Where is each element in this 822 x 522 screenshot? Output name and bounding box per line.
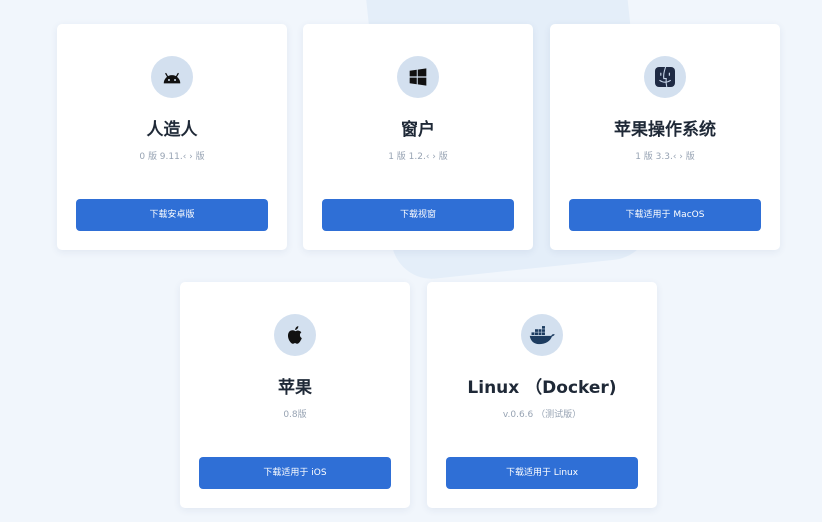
download-linux-button[interactable]: 下载适用于 Linux bbox=[446, 457, 638, 489]
download-card-ios: 苹果 0.8版 下载适用于 iOS bbox=[180, 282, 410, 508]
card-title: 窗户 bbox=[401, 120, 435, 140]
card-title: 苹果 bbox=[278, 378, 312, 398]
icon-badge bbox=[274, 314, 316, 356]
icon-badge bbox=[397, 56, 439, 98]
download-android-button[interactable]: 下载安卓版 bbox=[76, 199, 268, 231]
download-card-macos: 苹果操作系统 1 版 3.3.‹ › 版 下载适用于 MacOS bbox=[550, 24, 780, 250]
download-card-android: 人造人 0 版 9.11.‹ › 版 下载安卓版 bbox=[57, 24, 287, 250]
card-version: 1 版 3.3.‹ › 版 bbox=[635, 152, 695, 162]
docker-icon bbox=[528, 324, 556, 346]
download-card-linux: Linux （Docker) v.0.6.6 （测试版） 下载适用于 Linux bbox=[427, 282, 657, 508]
card-version: v.0.6.6 （测试版） bbox=[502, 410, 582, 420]
card-title: Linux （Docker) bbox=[467, 378, 617, 398]
apple-icon bbox=[285, 324, 305, 346]
download-card-windows: 窗户 1 版 1.2.‹ › 版 下载视窗 bbox=[303, 24, 533, 250]
card-version: 0 版 9.11.‹ › 版 bbox=[139, 152, 205, 162]
download-macos-button[interactable]: 下载适用于 MacOS bbox=[569, 199, 761, 231]
macos-finder-icon bbox=[653, 65, 677, 89]
card-version: 1 版 1.2.‹ › 版 bbox=[388, 152, 448, 162]
download-ios-button[interactable]: 下载适用于 iOS bbox=[199, 457, 391, 489]
download-windows-button[interactable]: 下载视窗 bbox=[322, 199, 514, 231]
windows-icon bbox=[408, 67, 428, 87]
card-version: 0.8版 bbox=[283, 410, 307, 420]
icon-badge bbox=[151, 56, 193, 98]
android-icon bbox=[161, 66, 183, 88]
icon-badge bbox=[644, 56, 686, 98]
card-title: 人造人 bbox=[146, 120, 198, 140]
icon-badge bbox=[521, 314, 563, 356]
card-title: 苹果操作系统 bbox=[614, 120, 716, 140]
